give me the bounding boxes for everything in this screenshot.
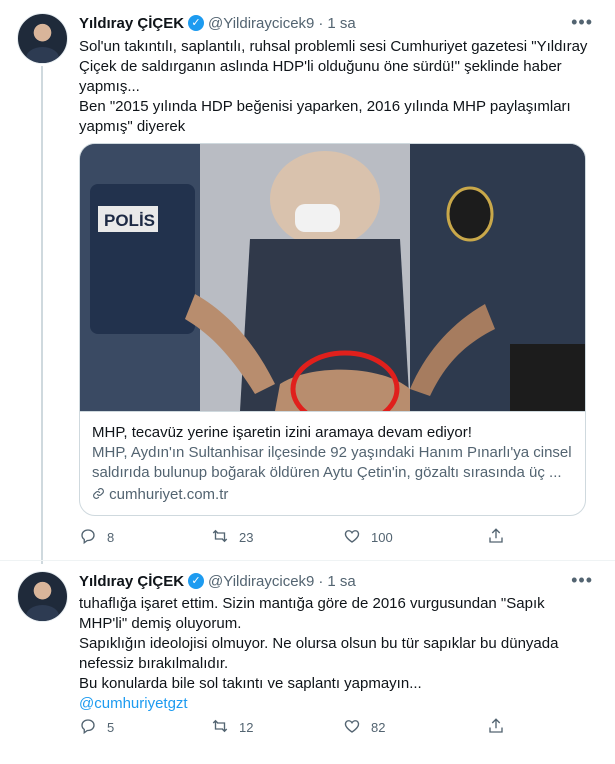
reply-button[interactable]: 5 bbox=[79, 717, 114, 738]
arrest-photo: POLİS bbox=[80, 144, 585, 411]
tweet-text: tuhaflığa işaret ettim. Sizin mantığa gö… bbox=[79, 594, 594, 714]
more-icon[interactable]: ••• bbox=[571, 570, 593, 591]
tweet-1[interactable]: Yıldıray ÇİÇEK ✓ @Yildiraycicek9 · 1 sa … bbox=[0, 0, 615, 564]
tweet-paragraph: tuhaflığa işaret ettim. Sizin mantığa gö… bbox=[79, 595, 545, 632]
author-handle[interactable]: @Yildiraycicek9 bbox=[208, 573, 314, 590]
retweet-count: 23 bbox=[239, 530, 254, 545]
like-button[interactable]: 82 bbox=[343, 717, 385, 738]
share-icon[interactable] bbox=[487, 717, 505, 738]
like-count: 82 bbox=[371, 720, 386, 735]
share-button[interactable] bbox=[487, 527, 505, 548]
verified-badge-icon: ✓ bbox=[188, 573, 205, 589]
tweet-2[interactable]: Yıldıray ÇİÇEK ✓ @Yildiraycicek9 · 1 sa … bbox=[0, 561, 615, 764]
retweet-icon[interactable] bbox=[211, 717, 229, 738]
author-name[interactable]: Yıldıray ÇİÇEK bbox=[79, 15, 184, 32]
card-description: MHP, Aydın'ın Sultanhisar ilçesinde 92 y… bbox=[92, 444, 572, 481]
more-icon[interactable]: ••• bbox=[571, 12, 593, 33]
thread-line bbox=[41, 66, 43, 564]
tweet-paragraph: Ben "2015 yılında HDP beğenisi yaparken,… bbox=[79, 98, 571, 135]
verified-badge-icon: ✓ bbox=[188, 15, 205, 31]
separator-dot: · bbox=[318, 14, 324, 32]
retweet-button[interactable]: 12 bbox=[211, 717, 253, 738]
separator-dot: · bbox=[318, 572, 324, 590]
card-title[interactable]: MHP, tecavüz yerine işaretin izini arama… bbox=[92, 423, 573, 443]
card-domain: cumhuriyet.com.tr bbox=[92, 485, 573, 505]
link-card[interactable]: POLİS MHP, tecavüz yerine işaretin izini… bbox=[79, 143, 586, 516]
tweet-paragraph: Sapıklığın ideolojisi olmuyor. Ne olursa… bbox=[79, 635, 559, 672]
card-image[interactable]: POLİS bbox=[80, 144, 585, 412]
reply-icon[interactable] bbox=[79, 527, 97, 548]
tweet-text: Sol'un takıntılı, saplantılı, ruhsal pro… bbox=[79, 37, 594, 137]
share-button[interactable] bbox=[487, 717, 505, 738]
like-icon[interactable] bbox=[343, 717, 361, 738]
tweet-header: Yıldıray ÇİÇEK ✓ @Yildiraycicek9 · 1 sa bbox=[79, 571, 356, 591]
link-icon bbox=[92, 486, 109, 503]
author-name[interactable]: Yıldıray ÇİÇEK bbox=[79, 573, 184, 590]
card-body: MHP, tecavüz yerine işaretin izini arama… bbox=[92, 423, 573, 505]
avatar[interactable] bbox=[17, 571, 68, 622]
author-handle[interactable]: @Yildiraycicek9 bbox=[208, 15, 314, 32]
tweet-paragraph: Bu konularda bile sol takıntı ve saplant… bbox=[79, 675, 422, 692]
reply-icon[interactable] bbox=[79, 717, 97, 738]
vest-text: POLİS bbox=[104, 211, 155, 230]
like-button[interactable]: 100 bbox=[343, 527, 393, 548]
like-count: 100 bbox=[371, 530, 393, 545]
share-icon[interactable] bbox=[487, 527, 505, 548]
retweet-button[interactable]: 23 bbox=[211, 527, 253, 548]
timestamp[interactable]: 1 sa bbox=[327, 15, 355, 32]
avatar[interactable] bbox=[17, 13, 68, 64]
mention-link[interactable]: @cumhuriyetgzt bbox=[79, 695, 188, 712]
timestamp[interactable]: 1 sa bbox=[327, 573, 355, 590]
like-icon[interactable] bbox=[343, 527, 361, 548]
retweet-count: 12 bbox=[239, 720, 254, 735]
reply-count: 8 bbox=[107, 530, 115, 545]
reply-button[interactable]: 8 bbox=[79, 527, 114, 548]
card-domain-text[interactable]: cumhuriyet.com.tr bbox=[109, 486, 228, 503]
retweet-icon[interactable] bbox=[211, 527, 229, 548]
tweet-paragraph: Sol'un takıntılı, saplantılı, ruhsal pro… bbox=[79, 38, 588, 95]
tweet-header: Yıldıray ÇİÇEK ✓ @Yildiraycicek9 · 1 sa bbox=[79, 13, 356, 33]
reply-count: 5 bbox=[107, 720, 115, 735]
